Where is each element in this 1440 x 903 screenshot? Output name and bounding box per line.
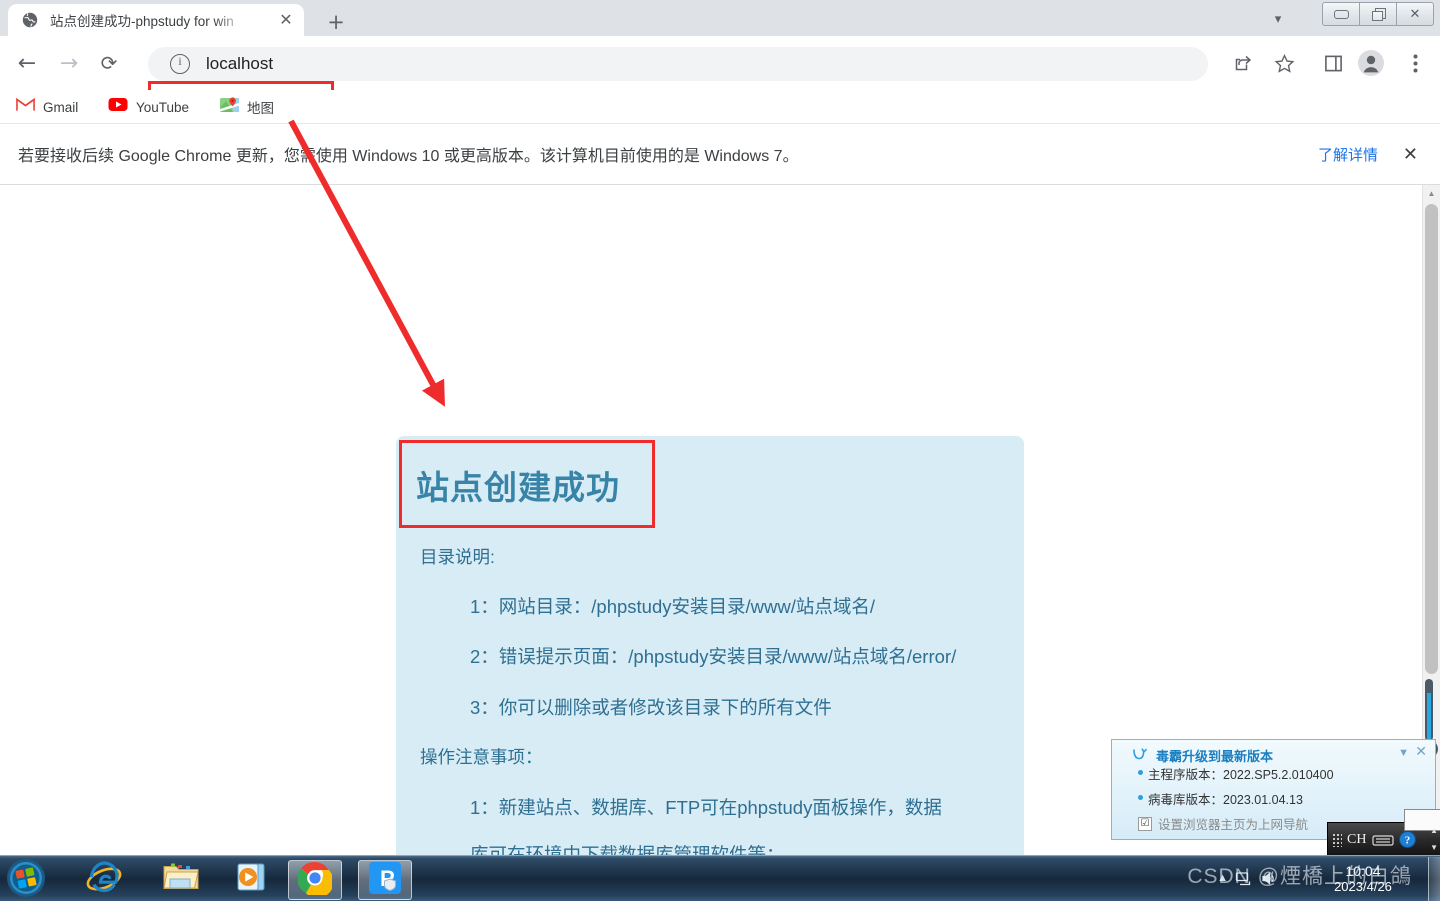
- bookmark-maps[interactable]: 地图: [220, 95, 274, 119]
- ime-up-arrow-icon[interactable]: ▲: [1430, 826, 1438, 835]
- youtube-icon: [108, 97, 128, 117]
- new-tab-button[interactable]: +: [322, 8, 350, 36]
- share-icon[interactable]: [1230, 50, 1256, 76]
- bookmark-gmail[interactable]: Gmail: [16, 95, 78, 119]
- browser-toolbar: ← → ⟳ localhost: [0, 36, 1440, 126]
- popup-close-icon[interactable]: ✕: [1415, 744, 1427, 760]
- directory-section-label: 目录说明:: [420, 547, 495, 567]
- chrome-icon: [297, 861, 334, 900]
- help-icon[interactable]: ?: [1399, 831, 1417, 848]
- tab-title: 站点创建成功-phpstudy for win: [50, 14, 234, 29]
- media-player-icon: [235, 860, 269, 899]
- taskbar-item-media-player[interactable]: [226, 860, 278, 898]
- kingsoft-duba-icon: [1132, 747, 1150, 763]
- directory-item: 3：你可以删除或者修改该目录下的所有文件: [470, 697, 832, 718]
- window-restore-button[interactable]: [1359, 2, 1397, 26]
- window-close-button[interactable]: ✕: [1396, 2, 1434, 26]
- infobar-learn-more-link[interactable]: 了解详情: [1318, 144, 1378, 165]
- checkbox-label: 设置浏览器主页为上网导航: [1158, 818, 1309, 832]
- start-orb-icon[interactable]: [6, 858, 46, 898]
- popup-title: 毒霸升级到最新版本: [1156, 749, 1274, 764]
- bookmark-youtube[interactable]: YouTube: [108, 95, 189, 119]
- window-minimize-button[interactable]: [1322, 2, 1360, 26]
- globe-icon: [22, 12, 38, 28]
- taskbar-item-phpstudy[interactable]: P: [358, 860, 412, 900]
- reload-button[interactable]: ⟳: [94, 48, 124, 78]
- ime-language-bar[interactable]: CH ? ▲ ▼: [1327, 809, 1440, 857]
- ime-scroll-arrows[interactable]: ▲ ▼: [1430, 826, 1438, 852]
- popup-minimize-icon[interactable]: ▼: [1398, 747, 1409, 759]
- tab-strip: 站点创建成功-phpstudy for win ✕ + ▾ ✕: [0, 0, 1440, 36]
- scrollbar-thumb[interactable]: [1425, 204, 1438, 674]
- directory-item: 2：错误提示页面：/phpstudy安装目录/www/站点域名/error/: [470, 646, 957, 667]
- window-controls: ✕: [1322, 2, 1434, 26]
- forward-button[interactable]: →: [54, 48, 84, 78]
- taskbar-item-internet-explorer[interactable]: [78, 860, 130, 898]
- keyboard-icon[interactable]: [1372, 833, 1395, 847]
- site-success-card: 站点创建成功 目录说明: 1：网站目录：/phpstudy安装目录/www/站点…: [396, 436, 1024, 855]
- taskbar-item-file-explorer[interactable]: [155, 860, 207, 898]
- close-icon[interactable]: ✕: [1403, 144, 1418, 165]
- scroll-up-arrow-icon[interactable]: ▲: [1423, 185, 1440, 202]
- notes-item: 库可在环境中下载数据库管理软件等：: [470, 844, 785, 855]
- bookmark-star-icon[interactable]: [1271, 50, 1297, 76]
- drag-handle-icon[interactable]: [1332, 832, 1342, 847]
- internet-explorer-icon: [86, 859, 122, 900]
- three-dot-menu-icon[interactable]: [1402, 50, 1428, 76]
- back-button[interactable]: ←: [12, 48, 42, 78]
- chrome-browser-window: 站点创建成功-phpstudy for win ✕ + ▾ ✕ ← → ⟳ lo…: [0, 0, 1440, 855]
- show-desktop-button[interactable]: [1428, 857, 1440, 901]
- side-panel-icon[interactable]: [1320, 50, 1346, 76]
- notes-section-label: 操作注意事项：: [420, 747, 543, 767]
- checkbox-icon[interactable]: ☑: [1138, 816, 1152, 831]
- ime-language-label[interactable]: CH: [1347, 832, 1366, 848]
- set-homepage-checkbox-row[interactable]: ☑ 设置浏览器主页为上网导航: [1138, 814, 1308, 833]
- address-bar-value: localhost: [206, 54, 274, 73]
- svg-text:?: ?: [1405, 834, 1411, 846]
- bookmark-label: YouTube: [136, 99, 190, 115]
- address-bar[interactable]: localhost: [148, 47, 1208, 81]
- taskbar-item-google-chrome[interactable]: [288, 860, 342, 900]
- directory-item: 1：网站目录：/phpstudy安装目录/www/站点域名/: [470, 596, 876, 617]
- version-row: 主程序版本：2022.SP5.2.010400: [1148, 768, 1334, 782]
- phpstudy-icon: P: [368, 861, 402, 900]
- site-info-icon[interactable]: [170, 54, 190, 74]
- google-maps-icon: [220, 96, 239, 118]
- browser-tab[interactable]: 站点创建成功-phpstudy for win ✕: [8, 4, 304, 36]
- title-highlight-annotation: [399, 440, 655, 528]
- gmail-icon: [16, 97, 35, 117]
- tab-close-icon[interactable]: ✕: [278, 12, 294, 28]
- csdn-watermark: CSDN @煙橋上的白鴿: [1187, 865, 1412, 888]
- bookmarks-bar: Gmail YouTube 地图: [0, 90, 1440, 124]
- profile-avatar-icon[interactable]: [1358, 50, 1384, 76]
- list-bullet: [1138, 770, 1143, 775]
- infobar-message: 若要接收后续 Google Chrome 更新，您需使用 Windows 10 …: [18, 148, 799, 165]
- bookmark-label: Gmail: [43, 99, 79, 115]
- chevron-down-icon[interactable]: ▾: [1268, 9, 1288, 29]
- notes-item: 1：新建站点、数据库、FTP可在phpstudy面板操作，数据: [470, 797, 942, 818]
- folder-icon: [162, 861, 200, 898]
- list-bullet: [1138, 795, 1143, 800]
- ime-down-arrow-icon[interactable]: ▼: [1430, 843, 1438, 852]
- bookmark-label: 地图: [247, 101, 274, 116]
- version-row: 病毒库版本：2023.01.04.13: [1148, 793, 1303, 807]
- update-infobar: 若要接收后续 Google Chrome 更新，您需使用 Windows 10 …: [0, 124, 1440, 185]
